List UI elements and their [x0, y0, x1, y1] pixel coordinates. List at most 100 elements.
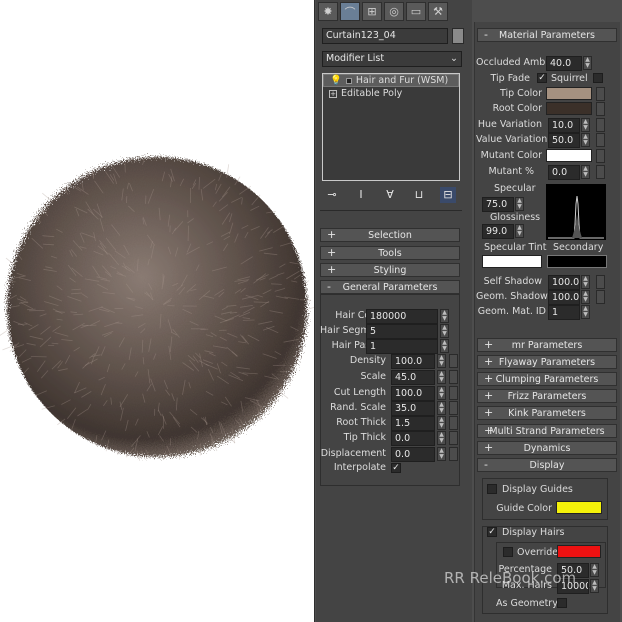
rollout-frizz-parameters[interactable]: + Frizz Parameters	[477, 389, 617, 403]
stack-item-editable-poly[interactable]: + Editable Poly	[323, 87, 459, 100]
map-button[interactable]	[596, 275, 605, 289]
mutant-percent-input[interactable]: 0.0	[548, 165, 580, 180]
rollout-mr-parameters[interactable]: + mr Parameters	[477, 338, 617, 352]
map-button[interactable]	[449, 370, 458, 384]
spinner[interactable]: ▲ ▼	[583, 56, 592, 70]
squirrel-checkbox[interactable]	[593, 73, 603, 83]
specular-input[interactable]: 75.0	[482, 197, 514, 212]
specular-tint-swatch[interactable]	[482, 255, 542, 268]
mutant-color-swatch[interactable]	[546, 149, 592, 162]
tab-motion[interactable]: ◎	[384, 2, 404, 21]
spinner[interactable]: ▲ ▼	[581, 165, 590, 179]
spinner[interactable]: ▲ ▼	[515, 224, 524, 238]
spinner[interactable]: ▲ ▼	[437, 431, 446, 445]
rollout-general-parameters[interactable]: - General Parameters	[320, 280, 460, 294]
map-button[interactable]	[596, 102, 605, 116]
self-shadow-input[interactable]: 100.0	[548, 275, 580, 290]
cut-length-input[interactable]: 100.0	[391, 386, 435, 401]
modifier-list-dropdown[interactable]: Modifier List ⌄	[322, 51, 462, 67]
spinner[interactable]: ▲ ▼	[581, 118, 590, 132]
remove-modifier-icon[interactable]: ⊔	[411, 187, 427, 203]
spinner[interactable]: ▲ ▼	[581, 133, 590, 147]
make-unique-icon[interactable]: ∀	[382, 187, 398, 203]
spinner[interactable]: ▲ ▼	[440, 309, 449, 323]
glossiness-input[interactable]: 99.0	[482, 224, 514, 239]
as-geometry-checkbox[interactable]	[557, 598, 567, 608]
spinner[interactable]: ▲ ▼	[440, 324, 449, 338]
object-color-swatch[interactable]	[452, 28, 464, 44]
rollout-multi-strand-parameters[interactable]: + Multi Strand Parameters	[477, 424, 617, 438]
rollout-flyaway-parameters[interactable]: + Flyaway Parameters	[477, 355, 617, 369]
expand-toggle-icon[interactable]: +	[329, 89, 337, 98]
spinner[interactable]: ▲ ▼	[437, 447, 446, 461]
spinner[interactable]: ▲ ▼	[581, 290, 590, 304]
expand-toggle-icon[interactable]	[345, 77, 352, 84]
rollout-styling[interactable]: + Styling	[320, 263, 460, 277]
hair-segments-input[interactable]: 5	[366, 324, 438, 339]
map-button[interactable]	[449, 354, 458, 368]
map-button[interactable]	[449, 386, 458, 400]
hair-passes-input[interactable]: 1	[366, 339, 438, 354]
spinner[interactable]: ▲ ▼	[437, 370, 446, 384]
spinner[interactable]: ▲ ▼	[590, 579, 599, 593]
override-color-swatch[interactable]	[557, 545, 601, 558]
show-end-result-icon[interactable]: Ⅰ	[353, 187, 369, 203]
rand-scale-input[interactable]: 35.0	[391, 401, 435, 416]
secondary-color-swatch[interactable]	[547, 255, 607, 268]
tab-hierarchy[interactable]: ⊞	[362, 2, 382, 21]
geom-shadow-input[interactable]: 100.0	[548, 290, 580, 305]
hair-count-input[interactable]: 180000	[366, 309, 438, 324]
rollout-selection[interactable]: + Selection	[320, 228, 460, 242]
density-input[interactable]: 100.0	[391, 354, 435, 369]
spinner[interactable]: ▲ ▼	[590, 563, 599, 577]
spinner[interactable]: ▲ ▼	[581, 275, 590, 289]
rollout-kink-parameters[interactable]: + Kink Parameters	[477, 406, 617, 420]
tab-modify[interactable]: ⌒	[340, 2, 360, 21]
map-button[interactable]	[596, 133, 605, 147]
map-button[interactable]	[596, 118, 605, 132]
map-button[interactable]	[449, 431, 458, 445]
object-name-field[interactable]: Curtain123_04	[322, 28, 448, 44]
map-button[interactable]	[449, 447, 458, 461]
root-thick-input[interactable]: 1.5	[391, 416, 435, 431]
tip-color-swatch[interactable]	[546, 87, 592, 100]
hue-variation-input[interactable]: 10.0	[548, 118, 580, 133]
display-guides-checkbox[interactable]	[487, 484, 497, 494]
rollout-clumping-parameters[interactable]: + Clumping Parameters	[477, 372, 617, 386]
spinner[interactable]: ▲ ▼	[515, 197, 524, 211]
root-color-swatch[interactable]	[546, 102, 592, 115]
display-hairs-checkbox[interactable]: ✓	[487, 527, 497, 537]
rollout-display[interactable]: - Display	[477, 458, 617, 472]
map-button[interactable]	[596, 87, 605, 101]
tab-create[interactable]: ✸	[318, 2, 338, 21]
geom-mat-id-input[interactable]: 1	[548, 305, 580, 320]
stack-item-hair-and-fur[interactable]: 💡 Hair and Fur (WSM)	[323, 74, 459, 87]
map-button[interactable]	[449, 416, 458, 430]
map-button[interactable]	[596, 149, 605, 163]
occluded-amb-input[interactable]: 40.0	[546, 56, 582, 71]
spinner[interactable]: ▲ ▼	[437, 416, 446, 430]
rollout-dynamics[interactable]: + Dynamics	[477, 441, 617, 455]
override-checkbox[interactable]	[503, 547, 513, 557]
rollout-tools[interactable]: + Tools	[320, 246, 460, 260]
map-button[interactable]	[596, 165, 605, 179]
map-button[interactable]	[449, 401, 458, 415]
tip-fade-checkbox[interactable]: ✓	[537, 73, 547, 83]
spinner[interactable]: ▲ ▼	[437, 386, 446, 400]
guide-color-swatch[interactable]	[556, 501, 602, 514]
pin-stack-icon[interactable]: ⊸	[324, 187, 340, 203]
spinner[interactable]: ▲ ▼	[437, 354, 446, 368]
tip-thick-input[interactable]: 0.0	[391, 431, 435, 446]
scale-input[interactable]: 45.0	[391, 370, 435, 385]
spinner[interactable]: ▲ ▼	[437, 401, 446, 415]
map-button[interactable]	[596, 290, 605, 304]
lightbulb-icon[interactable]: 💡	[330, 74, 342, 87]
spinner[interactable]: ▲ ▼	[581, 305, 590, 319]
tab-utilities[interactable]: ⚒	[428, 2, 448, 21]
tab-display[interactable]: ▭	[406, 2, 426, 21]
spinner[interactable]: ▲ ▼	[440, 339, 449, 353]
rollout-material-parameters[interactable]: - Material Parameters	[477, 28, 617, 42]
configure-sets-icon[interactable]: ⊟	[440, 187, 456, 203]
value-variation-input[interactable]: 50.0	[548, 133, 580, 148]
displacement-input[interactable]: 0.0	[391, 447, 435, 462]
